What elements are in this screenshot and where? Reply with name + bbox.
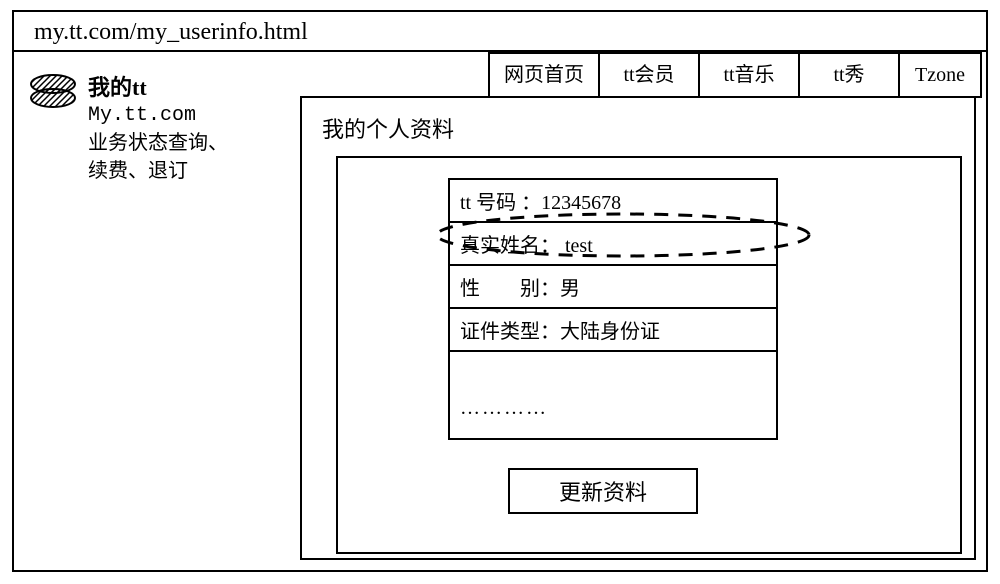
tab-show[interactable]: tt秀 <box>798 52 898 98</box>
inner-panel: tt 号码 ：12345678 真实姓名： test 性 别：男 证件类型：大陆… <box>336 156 962 554</box>
brand-subtitle: My.tt.com <box>88 104 228 127</box>
brand-description: 业务状态查询、 续费、退订 <box>88 129 228 185</box>
sidebar: 我的tt My.tt.com 业务状态查询、 续费、退订 <box>26 70 276 185</box>
update-profile-button[interactable]: 更新资料 <box>508 468 698 514</box>
brand-title: 我的tt <box>88 70 228 102</box>
panel-title: 我的个人资料 <box>322 112 954 144</box>
row-real-name: 真实姓名： test <box>450 223 776 266</box>
content-panel: 我的个人资料 tt 号码 ：12345678 真实姓名： test 性 别：男 … <box>300 96 976 560</box>
tab-music[interactable]: tt音乐 <box>698 52 798 98</box>
row-more: ………… <box>450 352 776 438</box>
row-gender: 性 别：男 <box>450 266 776 309</box>
nav-tabs: 网页首页 tt会员 tt音乐 tt秀 Tzone <box>488 52 982 98</box>
url-bar[interactable]: my.tt.com/my_userinfo.html <box>14 12 986 52</box>
page-body: 我的tt My.tt.com 业务状态查询、 续费、退订 网页首页 tt会员 t… <box>14 52 986 570</box>
tab-member[interactable]: tt会员 <box>598 52 698 98</box>
brand-logo-icon <box>26 70 80 112</box>
row-id-type: 证件类型：大陆身份证 <box>450 309 776 352</box>
browser-window: my.tt.com/my_userinfo.html <box>12 10 988 572</box>
row-tt-number: tt 号码 ：12345678 <box>450 180 776 223</box>
tab-tzone[interactable]: Tzone <box>898 52 982 98</box>
tab-homepage[interactable]: 网页首页 <box>488 52 598 98</box>
userinfo-table: tt 号码 ：12345678 真实姓名： test 性 别：男 证件类型：大陆… <box>448 178 778 440</box>
